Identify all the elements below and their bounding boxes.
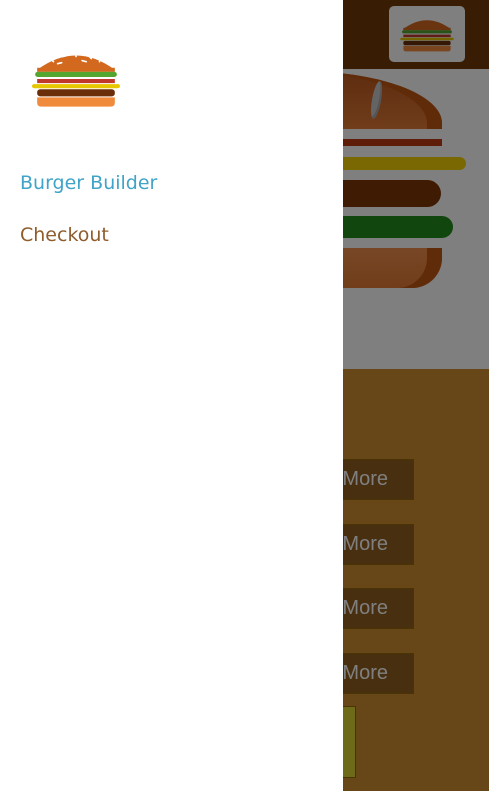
nav-list: Burger Builder Checkout <box>20 170 157 274</box>
burger-logo-icon <box>32 51 120 107</box>
nav-link-burger-builder[interactable]: Burger Builder <box>20 170 157 222</box>
drawer-logo[interactable] <box>30 47 122 113</box>
nav-item: Checkout <box>20 222 157 274</box>
nav-link-checkout[interactable]: Checkout <box>20 222 157 274</box>
side-drawer: Burger Builder Checkout <box>0 0 343 791</box>
nav-item: Burger Builder <box>20 170 157 222</box>
